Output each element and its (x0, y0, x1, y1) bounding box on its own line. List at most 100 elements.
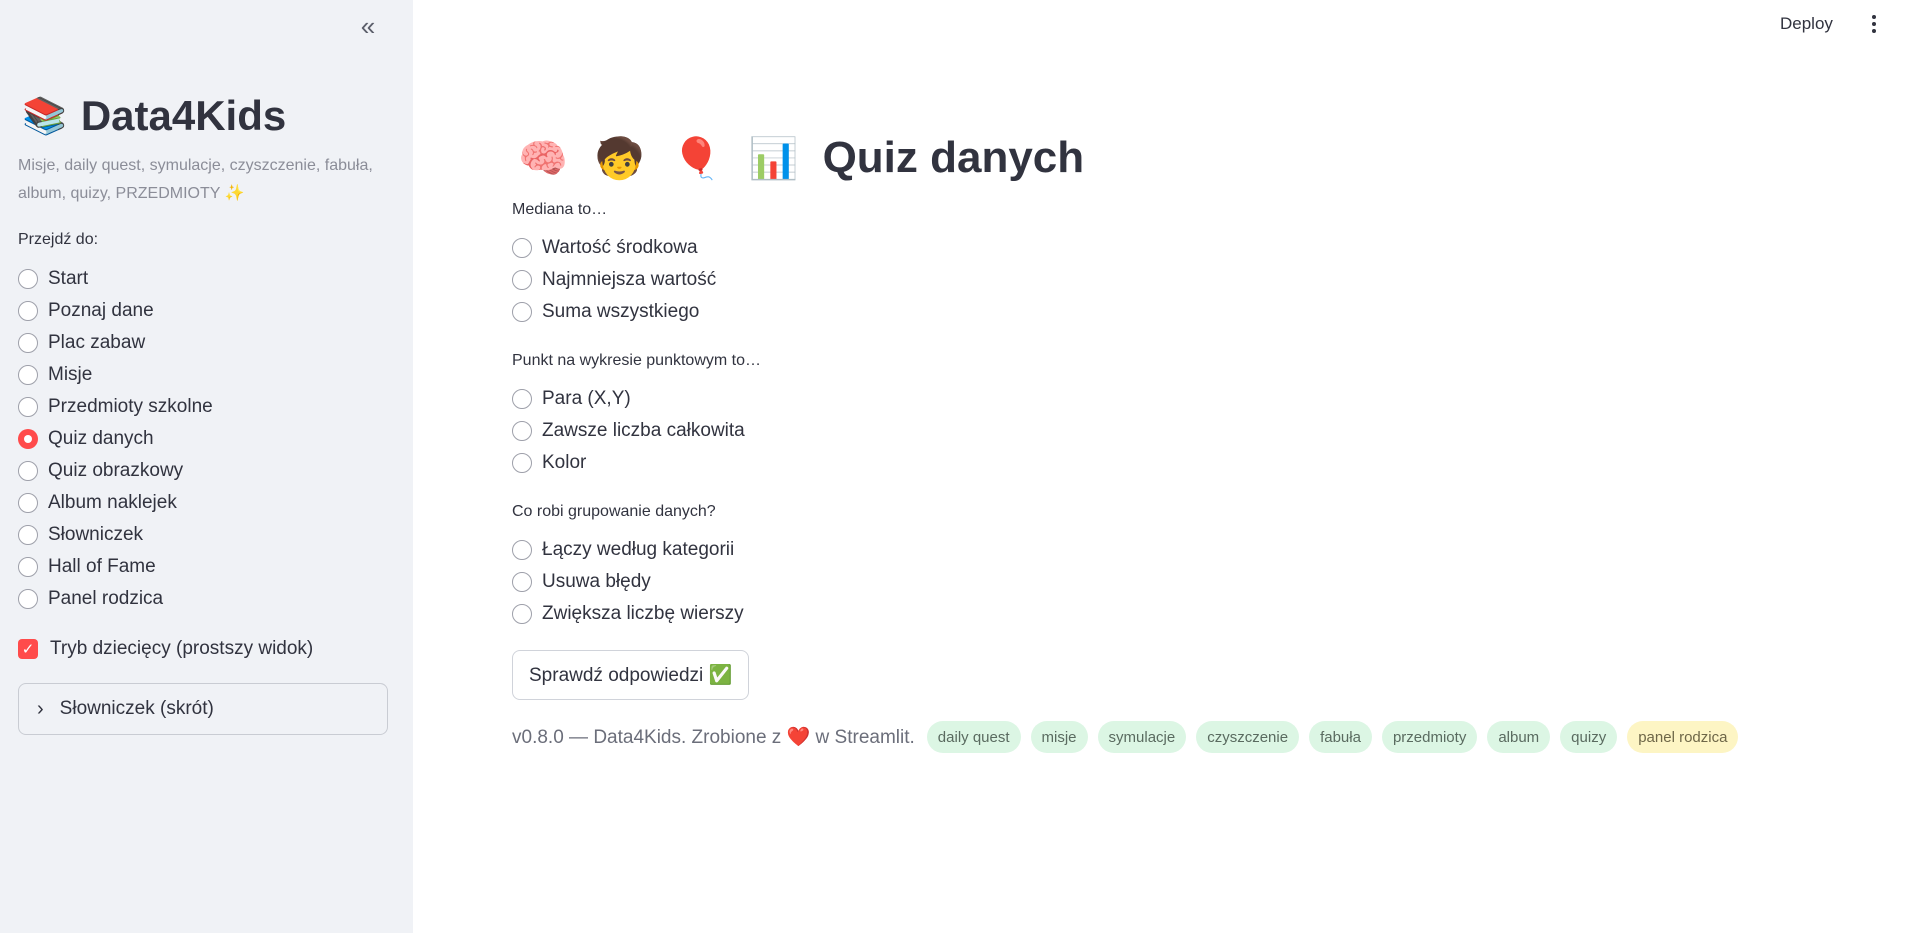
nav-item-quiz-obrazkowy[interactable]: Quiz obrazkowy (18, 455, 213, 487)
radio-selected-icon (18, 429, 38, 449)
checkbox-checked-icon: ✓ (18, 639, 38, 659)
answer-option[interactable]: Wartość środkowa (512, 232, 716, 264)
answer-label: Zawsze liczba całkowita (542, 420, 745, 441)
nav-item-panel-rodzica[interactable]: Panel rodzica (18, 583, 213, 615)
nav-radio-group: Start Poznaj dane Plac zabaw Misje Przed… (18, 263, 213, 615)
tag-badge: quizy (1560, 721, 1618, 753)
footer-text-start: v0.8.0 — Data4Kids. Zrobione z (512, 727, 787, 748)
books-icon: 📚 (22, 95, 67, 136)
answer-label: Najmniejsza wartość (542, 269, 717, 290)
tag-badge: przedmioty (1381, 721, 1478, 753)
answer-option[interactable]: Łączy według kategorii (512, 534, 744, 566)
page-title-text: Quiz danych (822, 133, 1085, 182)
answer-label: Wartość środkowa (542, 237, 698, 258)
radio-icon (18, 525, 38, 545)
tag-badge: czyszczenie (1196, 721, 1300, 753)
nav-item-label: Hall of Fame (48, 556, 156, 577)
answer-label: Łączy według kategorii (542, 539, 735, 560)
glossary-expander[interactable]: › Słowniczek (skrót) (18, 683, 388, 735)
answer-option[interactable]: Para (X,Y) (512, 383, 745, 415)
answer-option[interactable]: Zawsze liczba całkowita (512, 415, 745, 447)
heart-icon: ❤️ (786, 727, 811, 748)
page-title: 🧠 🧒 🎈 📊 Quiz danych (518, 133, 1084, 183)
radio-icon (18, 461, 38, 481)
nav-item-label: Plac zabaw (48, 332, 146, 353)
question-1-options: Wartość środkowa Najmniejsza wartość Sum… (512, 232, 716, 328)
nav-item-label: Quiz obrazkowy (48, 460, 184, 481)
radio-icon (18, 557, 38, 577)
question-2-label: Punkt na wykresie punktowym to… (512, 352, 761, 369)
chevron-right-icon: › (37, 697, 44, 720)
nav-item-poznaj-dane[interactable]: Poznaj dane (18, 295, 213, 327)
nav-item-label: Start (48, 268, 89, 289)
title-emojis: 🧠 🧒 🎈 📊 (518, 136, 807, 181)
tag-badge-parent-panel: panel rodzica (1627, 721, 1739, 753)
answer-option[interactable]: Kolor (512, 447, 745, 479)
answer-label: Suma wszystkiego (542, 301, 700, 322)
radio-icon (512, 604, 532, 624)
answer-label: Usuwa błędy (542, 571, 651, 592)
nav-item-label: Panel rodzica (48, 588, 164, 609)
question-1-label: Mediana to… (512, 201, 608, 218)
nav-item-plac-zabaw[interactable]: Plac zabaw (18, 327, 213, 359)
answer-option[interactable]: Zwiększa liczbę wierszy (512, 598, 744, 630)
app-root: « 📚 Data4Kids Misje, daily quest, symula… (0, 0, 1911, 933)
answer-option[interactable]: Usuwa błędy (512, 566, 744, 598)
tag-badge: fabuła (1309, 721, 1372, 753)
answer-option[interactable]: Najmniejsza wartość (512, 264, 716, 296)
answer-option[interactable]: Suma wszystkiego (512, 296, 716, 328)
kid-mode-label: Tryb dziecięcy (prostszy widok) (50, 638, 314, 659)
kebab-menu-icon[interactable] (1862, 12, 1886, 36)
nav-item-label: Poznaj dane (48, 300, 154, 321)
tag-badge: misje (1030, 721, 1088, 753)
nav-item-start[interactable]: Start (18, 263, 213, 295)
nav-item-album-naklejek[interactable]: Album naklejek (18, 487, 213, 519)
radio-icon (18, 301, 38, 321)
question-3-options: Łączy według kategorii Usuwa błędy Zwięk… (512, 534, 744, 630)
app-title-text: Data4Kids (80, 92, 287, 139)
nav-item-hall-of-fame[interactable]: Hall of Fame (18, 551, 213, 583)
radio-icon (18, 493, 38, 513)
nav-item-quiz-danych[interactable]: Quiz danych (18, 423, 213, 455)
radio-icon (18, 333, 38, 353)
question-3-label: Co robi grupowanie danych? (512, 503, 716, 520)
radio-icon (512, 389, 532, 409)
footer-text-end: w Streamlit. (810, 727, 915, 748)
nav-item-label: Quiz danych (48, 428, 154, 449)
radio-icon (512, 302, 532, 322)
radio-icon (18, 269, 38, 289)
nav-item-label: Przedmioty szkolne (48, 396, 213, 417)
question-2-options: Para (X,Y) Zawsze liczba całkowita Kolor (512, 383, 745, 479)
collapse-sidebar-icon[interactable]: « (352, 12, 384, 40)
radio-icon (512, 540, 532, 560)
nav-item-label: Album naklejek (48, 492, 177, 513)
deploy-button[interactable]: Deploy (1780, 14, 1833, 34)
expander-label: Słowniczek (skrót) (59, 698, 214, 719)
radio-icon (512, 270, 532, 290)
radio-icon (512, 421, 532, 441)
kid-mode-checkbox[interactable]: ✓ Tryb dziecięcy (prostszy widok) (18, 638, 313, 660)
radio-icon (18, 365, 38, 385)
nav-item-przedmioty-szkolne[interactable]: Przedmioty szkolne (18, 391, 213, 423)
nav-item-misje[interactable]: Misje (18, 359, 213, 391)
footer-text: v0.8.0 — Data4Kids. Zrobione z ❤️ w Stre… (512, 725, 915, 749)
answer-label: Kolor (542, 452, 587, 473)
footer: v0.8.0 — Data4Kids. Zrobione z ❤️ w Stre… (512, 720, 1739, 754)
sidebar: « 📚 Data4Kids Misje, daily quest, symula… (0, 0, 413, 933)
radio-icon (18, 589, 38, 609)
nav-item-slowniczek[interactable]: Słowniczek (18, 519, 213, 551)
nav-item-label: Misje (48, 364, 93, 385)
radio-icon (18, 397, 38, 417)
nav-label: Przejdź do: (18, 231, 99, 248)
tag-badge: symulacje (1097, 721, 1187, 753)
nav-item-label: Słowniczek (48, 524, 144, 545)
answer-label: Para (X,Y) (542, 388, 631, 409)
tag-badge: daily quest (926, 721, 1021, 753)
app-caption: Misje, daily quest, symulacje, czyszczen… (18, 157, 373, 202)
answer-label: Zwiększa liczbę wierszy (542, 603, 744, 624)
app-title: 📚 Data4Kids (22, 92, 286, 140)
radio-icon (512, 453, 532, 473)
radio-icon (512, 238, 532, 258)
radio-icon (512, 572, 532, 592)
check-answers-button[interactable]: Sprawdź odpowiedzi ✅ (512, 650, 750, 700)
